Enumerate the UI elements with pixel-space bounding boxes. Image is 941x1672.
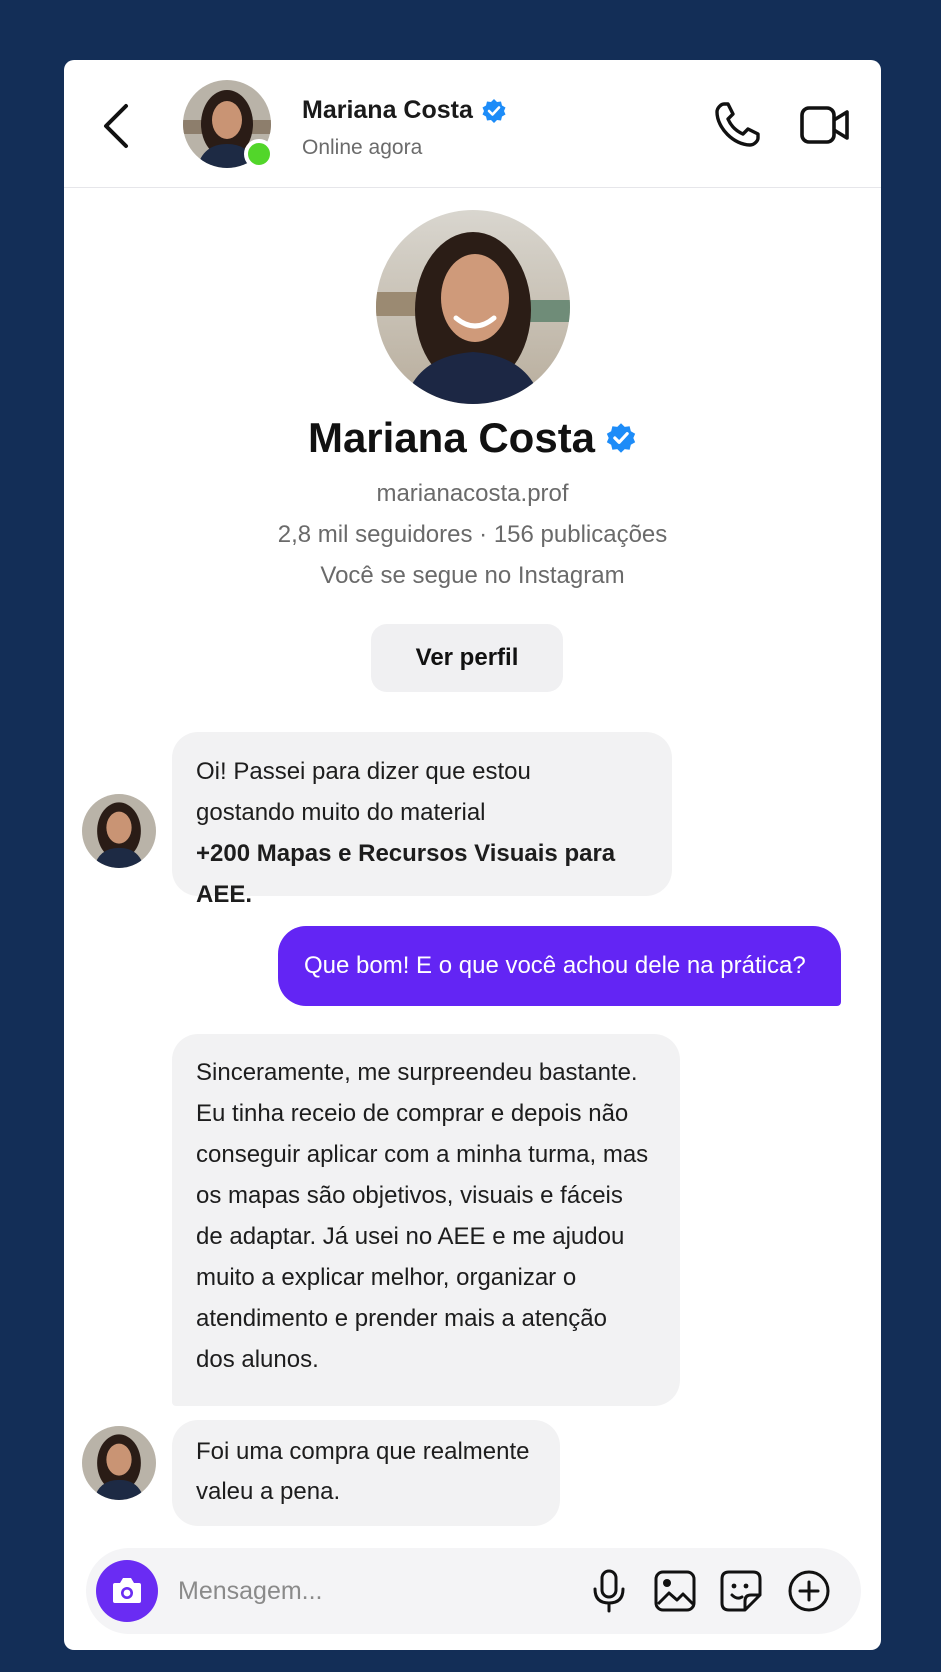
contact-name[interactable]: Mariana Costa	[302, 96, 507, 125]
message-line: os mapas são objetivos, visuais e fáceis	[196, 1182, 623, 1209]
incoming-message: Foi uma compra que realmente valeu a pen…	[172, 1420, 560, 1526]
profile-stats: 2,8 mil seguidores · 156 publicações	[277, 521, 668, 548]
profile-name: Mariana Costa	[64, 414, 881, 462]
message-line: muito a explicar melhor, organizar o	[196, 1264, 577, 1291]
incoming-message: Oi! Passei para dizer que estou gostando…	[172, 732, 672, 908]
message-line: de adaptar. Já usei no AEE e me ajudou	[196, 1223, 625, 1250]
sticker-icon[interactable]	[718, 1568, 764, 1614]
online-status-dot	[244, 139, 274, 169]
message-line-bold: +200 Mapas e Recursos Visuais para AEE.	[196, 840, 616, 908]
image-icon[interactable]	[652, 1568, 698, 1614]
view-profile-button[interactable]: Ver perfil	[371, 624, 563, 692]
camera-button[interactable]	[96, 1560, 158, 1622]
profile-photo[interactable]	[376, 210, 570, 404]
message-line: Oi! Passei para dizer que estou	[196, 758, 531, 785]
incoming-message: Sinceramente, me surpreendeu bastante. E…	[172, 1034, 680, 1406]
follow-note: Você se segue no Instagram	[320, 562, 625, 589]
message-input[interactable]	[178, 1568, 518, 1614]
microphone-icon[interactable]	[586, 1568, 632, 1614]
plus-icon[interactable]	[786, 1568, 832, 1614]
message-text: Que bom! E o que você achou dele na prát…	[304, 952, 806, 979]
message-line: atendimento e prender mais a atenção	[196, 1305, 607, 1332]
verified-badge-icon	[606, 423, 636, 453]
message-avatar[interactable]	[82, 1426, 156, 1500]
message-composer	[86, 1548, 861, 1634]
online-status-text: Online agora	[302, 136, 423, 159]
profile-handle: marianacosta.prof	[376, 480, 569, 507]
contact-name-text: Mariana Costa	[302, 96, 473, 124]
outgoing-message: Que bom! E o que você achou dele na prát…	[278, 926, 841, 1006]
message-line: Foi uma compra que realmente	[196, 1438, 530, 1465]
message-line: Eu tinha receio de comprar e depois não	[196, 1100, 629, 1127]
message-line: conseguir aplicar com a minha turma, mas	[196, 1141, 649, 1168]
back-arrow-icon[interactable]	[100, 100, 136, 152]
phone-call-icon[interactable]	[712, 100, 762, 150]
message-line: Sinceramente, me surpreendeu bastante.	[196, 1059, 638, 1086]
chat-window: Mariana Costa Online agora Mariana Costa…	[64, 60, 881, 1650]
camera-icon	[113, 1578, 141, 1603]
verified-badge-icon	[482, 98, 506, 123]
message-line: gostando muito do material	[196, 799, 486, 826]
message-line: valeu a pena.	[196, 1478, 341, 1505]
message-line: dos alunos.	[196, 1346, 319, 1373]
profile-name-text: Mariana Costa	[307, 414, 596, 461]
chat-header: Mariana Costa Online agora	[64, 60, 881, 188]
video-call-icon[interactable]	[799, 102, 851, 148]
message-avatar[interactable]	[82, 794, 156, 868]
